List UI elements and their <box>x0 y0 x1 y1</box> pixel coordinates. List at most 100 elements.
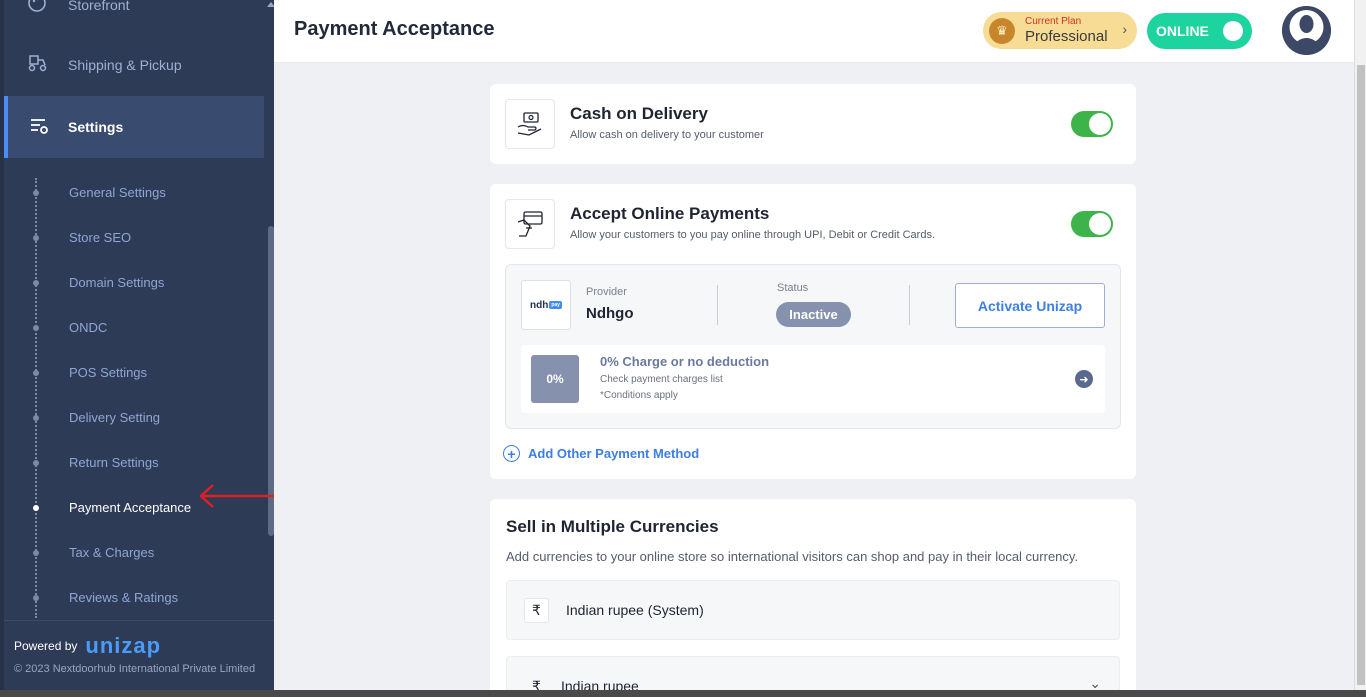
online-label: ONLINE <box>1156 23 1209 39</box>
avatar[interactable] <box>1282 6 1331 55</box>
charges-subtitle: Check payment charges list <box>600 374 723 385</box>
bullet-dot <box>33 414 39 421</box>
bullet-dot <box>33 504 39 511</box>
subnav-label: General Settings <box>69 185 166 200</box>
chevron-right-icon: › <box>1122 21 1127 37</box>
sidebar-footer: Powered by unizap © 2023 Nextdoorhub Int… <box>4 620 274 690</box>
status-label: Status <box>777 282 809 294</box>
plus-circle-icon: + <box>503 445 520 462</box>
cash-hand-icon <box>505 99 555 149</box>
nav-item-label: Shipping & Pickup <box>68 56 182 73</box>
current-plan-badge[interactable]: ♛ Current Plan Professional › <box>983 12 1137 49</box>
currency-row[interactable]: ₹ Indian rupee ⌄ <box>506 656 1120 690</box>
bullet-dot <box>33 369 39 376</box>
annotation-arrow-icon <box>199 484 279 508</box>
nav-item-label: Settings <box>68 119 124 135</box>
online-status-toggle[interactable]: ONLINE <box>1147 13 1252 49</box>
currency-name: Indian rupee <box>561 678 639 690</box>
provider-label: Provider <box>586 286 627 298</box>
crown-icon: ♛ <box>989 17 1015 44</box>
online-payments-title: Accept Online Payments <box>570 204 770 223</box>
online-payments-description: Allow your customers to you pay online t… <box>570 229 935 241</box>
bullet-dot <box>33 234 39 241</box>
sidebar: Storefront Shipping & Pickup Settings Ge… <box>0 0 275 690</box>
subnav-label: Tax & Charges <box>69 545 155 560</box>
cod-title: Cash on Delivery <box>570 104 708 123</box>
subnav-item-pos-settings[interactable]: POS Settings <box>33 350 264 395</box>
nav-item-storefront[interactable]: Storefront <box>26 0 129 17</box>
currencies-description: Add currencies to your online store so i… <box>506 549 1079 564</box>
settings-sliders-icon <box>28 115 50 140</box>
ndhgo-logo-tag: pay <box>549 301 562 309</box>
palette-icon <box>26 0 48 17</box>
nav-item-shipping[interactable]: Shipping & Pickup <box>26 52 182 77</box>
subnav-label: Reviews & Ratings <box>69 590 179 605</box>
nav-item-label: Storefront <box>68 0 130 13</box>
toggle-knob <box>1089 113 1111 135</box>
toggle-knob <box>1089 213 1111 235</box>
powered-by-label: Powered by <box>14 639 78 653</box>
subnav-label: Domain Settings <box>69 275 165 290</box>
add-payment-method-link[interactable]: + Add Other Payment Method <box>503 445 699 462</box>
divider <box>717 285 718 325</box>
online-payments-card: Accept Online Payments Allow your custom… <box>490 184 1136 479</box>
subnav-label: Store SEO <box>69 230 132 245</box>
cod-description: Allow cash on delivery to your customer <box>570 129 764 141</box>
page-scrollbar[interactable] <box>1354 0 1366 690</box>
subnav-item-return-settings[interactable]: Return Settings <box>33 440 264 485</box>
subnav-item-ondc[interactable]: ONDC <box>33 305 264 350</box>
subnav-item-store-seo[interactable]: Store SEO <box>33 215 264 260</box>
cod-card: Cash on Delivery Allow cash on delivery … <box>490 84 1136 164</box>
subnav-label: Payment Acceptance <box>69 500 192 515</box>
page-title: Payment Acceptance <box>294 18 495 40</box>
top-header: Payment Acceptance ♛ Current Plan Profes… <box>274 0 1354 63</box>
plan-label: Current Plan <box>1025 16 1082 27</box>
toggle-knob <box>1223 21 1243 41</box>
bullet-dot <box>33 189 39 196</box>
zero-percent-badge: 0% <box>531 355 579 403</box>
subnav-item-domain-settings[interactable]: Domain Settings <box>33 260 264 305</box>
status-badge: Inactive <box>776 302 851 327</box>
subnav-item-delivery-setting[interactable]: Delivery Setting <box>33 395 264 440</box>
currency-row: ₹ Indian rupee (System) <box>506 580 1120 640</box>
bullet-dot <box>33 459 39 466</box>
rupee-icon: ₹ <box>532 678 541 690</box>
plan-name: Professional <box>1025 28 1108 45</box>
arrow-right-icon[interactable]: ➜ <box>1075 370 1093 388</box>
window-bottom-edge <box>0 690 1366 697</box>
currencies-title: Sell in Multiple Currencies <box>506 517 719 536</box>
subnav-label: Return Settings <box>69 455 159 470</box>
cod-toggle[interactable] <box>1071 111 1113 137</box>
ndhgo-logo: ndh pay <box>521 280 571 330</box>
powered-by: Powered by unizap <box>14 633 161 659</box>
subnav-label: ONDC <box>69 320 108 335</box>
nav-item-settings[interactable]: Settings <box>4 96 264 158</box>
subnav-item-tax-charges[interactable]: Tax & Charges <box>33 530 264 575</box>
activate-unizap-button[interactable]: Activate Unizap <box>955 283 1105 328</box>
provider-name: Ndhgo <box>586 305 634 322</box>
bullet-dot <box>33 549 39 556</box>
copyright-text: © 2023 Nextdoorhub International Private… <box>14 663 256 675</box>
currencies-card: Sell in Multiple Currencies Add currenci… <box>490 499 1136 690</box>
currency-name: Indian rupee (System) <box>566 602 704 618</box>
charges-row[interactable]: 0% 0% Charge or no deduction Check payme… <box>521 345 1105 413</box>
subnav-item-reviews-ratings[interactable]: Reviews & Ratings <box>33 575 264 620</box>
card-payment-icon <box>505 199 555 249</box>
chevron-down-icon[interactable]: ⌄ <box>1089 675 1101 690</box>
ndhgo-logo-text: ndh <box>530 299 549 311</box>
bullet-dot <box>33 324 39 331</box>
charges-title: 0% Charge or no deduction <box>600 354 770 369</box>
bullet-dot <box>33 594 39 601</box>
settings-subnav: General Settings Store SEO Domain Settin… <box>33 170 264 620</box>
subnav-label: Delivery Setting <box>69 410 161 425</box>
online-payments-toggle[interactable] <box>1071 211 1113 237</box>
subnav-item-general-settings[interactable]: General Settings <box>33 170 264 215</box>
charges-note: *Conditions apply <box>600 390 678 401</box>
provider-panel: ndh pay Provider Ndhgo Status Inactive Ac… <box>505 264 1121 429</box>
main-content: Cash on Delivery Allow cash on delivery … <box>274 63 1354 690</box>
subnav-label: POS Settings <box>69 365 148 380</box>
scroll-thumb[interactable] <box>1357 65 1365 685</box>
scooter-icon <box>26 52 48 77</box>
bullet-dot <box>33 279 39 286</box>
add-method-label: Add Other Payment Method <box>528 446 700 461</box>
